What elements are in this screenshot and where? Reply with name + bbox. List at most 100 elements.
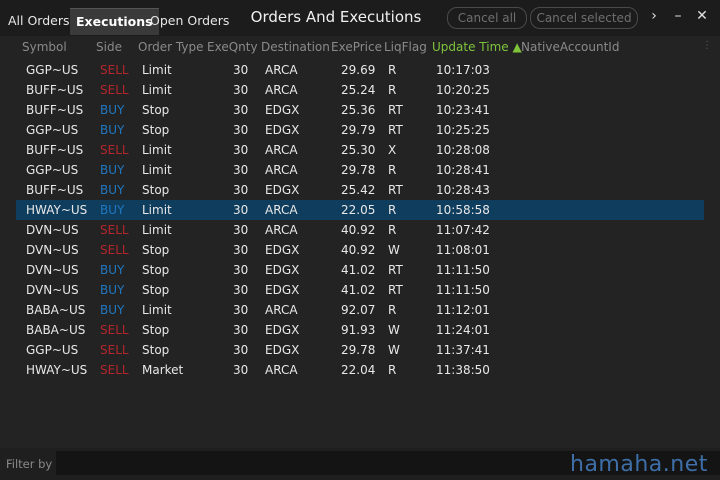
cell-side: SELL [100, 363, 129, 377]
cell-symbol: BABA~US [26, 303, 86, 317]
cell-exe-price: 91.93 [341, 323, 376, 337]
cell-update-time: 11:11:50 [436, 263, 490, 277]
cell-destination: ARCA [265, 223, 298, 237]
cell-destination: EDGX [265, 323, 300, 337]
cell-exe-price: 25.24 [341, 83, 376, 97]
column-header-exe-qnty[interactable]: ExeQnty [207, 40, 258, 54]
close-icon[interactable]: ✕ [695, 8, 709, 24]
cell-destination: ARCA [265, 203, 298, 217]
cell-symbol: GGP~US [26, 163, 79, 177]
cell-exe-qnty: 30 [233, 163, 249, 177]
cell-symbol: HWAY~US [26, 363, 88, 377]
cell-exe-qnty: 30 [233, 283, 249, 297]
cell-exe-price: 29.78 [341, 343, 376, 357]
cell-side: SELL [100, 243, 129, 257]
column-header-symbol[interactable]: Symbol [22, 40, 67, 54]
cell-symbol: BUFF~US [26, 183, 84, 197]
cell-side: BUY [100, 123, 125, 137]
tab-all-orders[interactable]: All Orders [2, 8, 76, 34]
table-row[interactable]: GGP~US BUY Stop 30 EDGX 29.79 RT 10:25:25 [16, 120, 704, 140]
cell-update-time: 10:20:25 [436, 83, 490, 97]
cell-exe-qnty: 30 [233, 223, 249, 237]
cell-update-time: 10:28:08 [436, 143, 490, 157]
cell-order-type: Limit [142, 303, 172, 317]
cell-exe-price: 25.36 [341, 103, 376, 117]
cell-order-type: Limit [142, 223, 172, 237]
table-row[interactable]: GGP~US SELL Stop 30 EDGX 29.78 W 11:37:41 [16, 340, 704, 360]
cancel-all-button[interactable]: Cancel all [447, 7, 527, 29]
title-bar: All Orders Executions Open Orders Orders… [0, 0, 720, 36]
cell-liq-flag: RT [388, 123, 403, 137]
cell-side: BUY [100, 163, 125, 177]
cell-liq-flag: W [388, 323, 400, 337]
cell-exe-qnty: 30 [233, 183, 249, 197]
cell-destination: EDGX [265, 263, 300, 277]
column-header-exe-price[interactable]: ExePrice [331, 40, 382, 54]
cell-symbol: BUFF~US [26, 103, 84, 117]
cell-order-type: Stop [142, 243, 170, 257]
cell-symbol: HWAY~US [26, 203, 88, 217]
executions-table: GGP~US SELL Limit 30 ARCA 29.69 R 10:17:03 BUFF~… [16, 60, 704, 380]
table-row[interactable]: DVN~US BUY Stop 30 EDGX 41.02 RT 11:11:50 [16, 260, 704, 280]
cell-exe-price: 22.05 [341, 203, 376, 217]
cell-destination: EDGX [265, 343, 300, 357]
cell-liq-flag: R [388, 303, 397, 317]
chevron-right-icon[interactable]: › [647, 8, 661, 24]
cell-exe-qnty: 30 [233, 143, 249, 157]
column-header-liq-flag[interactable]: LiqFlag [384, 40, 427, 54]
column-header-order-type[interactable]: Order Type [138, 40, 203, 54]
minimize-icon[interactable]: – [671, 8, 685, 24]
cell-exe-price: 41.02 [341, 283, 376, 297]
cell-liq-flag: R [388, 363, 397, 377]
cell-destination: ARCA [265, 303, 298, 317]
cell-destination: ARCA [265, 143, 298, 157]
table-row[interactable]: BUFF~US SELL Limit 30 ARCA 25.24 R 10:20:25 [16, 80, 704, 100]
cell-destination: EDGX [265, 243, 300, 257]
table-row[interactable]: BUFF~US BUY Stop 30 EDGX 25.42 RT 10:28:43 [16, 180, 704, 200]
cell-update-time: 10:28:43 [436, 183, 490, 197]
cell-destination: EDGX [265, 283, 300, 297]
cell-exe-price: 92.07 [341, 303, 376, 317]
cell-liq-flag: W [388, 243, 400, 257]
column-header-native-account-id[interactable]: NativeAccountId [521, 40, 619, 54]
table-row[interactable]: BUFF~US SELL Limit 30 ARCA 25.30 X 10:28:08 [16, 140, 704, 160]
cell-exe-qnty: 30 [233, 63, 249, 77]
cell-liq-flag: R [388, 83, 397, 97]
cell-order-type: Limit [142, 63, 172, 77]
cancel-selected-button[interactable]: Cancel selected [530, 7, 638, 29]
table-row[interactable]: DVN~US SELL Limit 30 ARCA 40.92 R 11:07:42 [16, 220, 704, 240]
column-header-side[interactable]: Side [96, 40, 122, 54]
cell-destination: ARCA [265, 63, 298, 77]
column-header-update-time[interactable]: Update Time ▲ [432, 40, 522, 54]
table-row[interactable]: BABA~US SELL Stop 30 EDGX 91.93 W 11:24:01 [16, 320, 704, 340]
cell-symbol: GGP~US [26, 123, 79, 137]
table-row[interactable]: DVN~US SELL Stop 30 EDGX 40.92 W 11:08:01 [16, 240, 704, 260]
cell-exe-price: 40.92 [341, 223, 376, 237]
table-row[interactable]: GGP~US SELL Limit 30 ARCA 29.69 R 10:17:03 [16, 60, 704, 80]
cell-destination: ARCA [265, 163, 298, 177]
cell-side: BUY [100, 103, 125, 117]
cell-update-time: 10:28:41 [436, 163, 490, 177]
table-row[interactable]: DVN~US BUY Stop 30 EDGX 41.02 RT 11:11:50 [16, 280, 704, 300]
table-row[interactable]: HWAY~US SELL Market 30 ARCA 22.04 R 11:38:50 [16, 360, 704, 380]
table-row[interactable]: BUFF~US BUY Stop 30 EDGX 25.36 RT 10:23:41 [16, 100, 704, 120]
cell-symbol: DVN~US [26, 243, 79, 257]
cell-exe-qnty: 30 [233, 123, 249, 137]
cell-liq-flag: X [388, 143, 397, 157]
cell-exe-price: 25.42 [341, 183, 376, 197]
cell-exe-price: 29.79 [341, 123, 376, 137]
cell-side: SELL [100, 323, 129, 337]
cell-order-type: Limit [142, 143, 172, 157]
watermark: hamaha.net [570, 452, 708, 477]
table-row[interactable]: HWAY~US BUY Limit 30 ARCA 22.05 R 10:58:58 [16, 200, 704, 220]
tab-open-orders[interactable]: Open Orders [144, 8, 235, 34]
column-header-destination[interactable]: Destination [261, 40, 330, 54]
cell-side: BUY [100, 203, 125, 217]
cell-symbol: GGP~US [26, 343, 79, 357]
cell-exe-qnty: 30 [233, 343, 249, 357]
cell-side: SELL [100, 83, 129, 97]
table-row[interactable]: GGP~US BUY Limit 30 ARCA 29.78 R 10:28:41 [16, 160, 704, 180]
table-row[interactable]: BABA~US BUY Limit 30 ARCA 92.07 R 11:12:01 [16, 300, 704, 320]
cell-update-time: 10:25:25 [436, 123, 490, 137]
column-grip-icon[interactable]: ⋮ [702, 40, 712, 51]
